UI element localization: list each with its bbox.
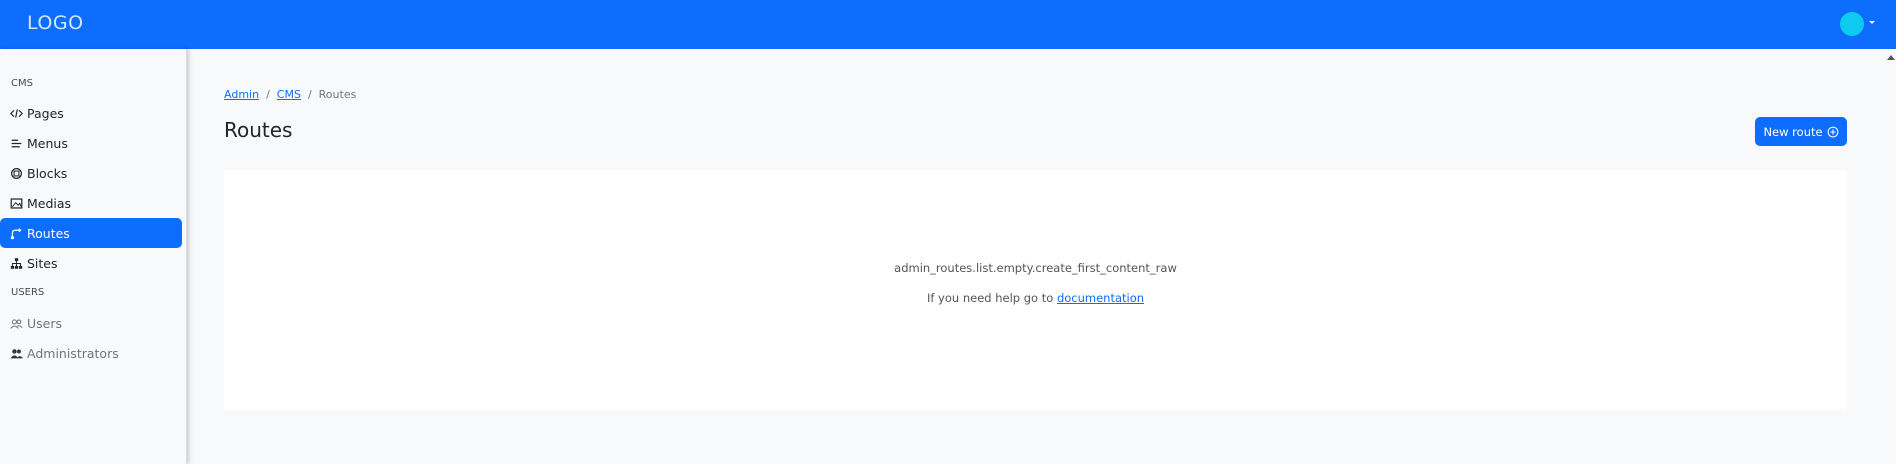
users-icon — [10, 317, 23, 330]
sidebar-item-label: Blocks — [27, 165, 68, 181]
breadcrumb-cms[interactable]: CMS — [277, 88, 301, 101]
route-icon — [10, 227, 23, 240]
help-prefix: If you need help go to — [926, 291, 1054, 305]
code-icon — [10, 107, 23, 120]
chevron-down-icon[interactable] — [1869, 21, 1875, 24]
breadcrumb-current: Routes — [318, 88, 357, 101]
sidebar-item-menus[interactable]: Menus — [0, 128, 182, 158]
user-avatar[interactable] — [1840, 12, 1864, 36]
plus-circle-icon — [1827, 126, 1839, 138]
sidebar-item-label: Pages — [27, 105, 64, 121]
admins-icon — [10, 347, 23, 360]
new-route-button[interactable]: New route — [1755, 117, 1847, 146]
sidebar-item-label: Users — [27, 315, 63, 331]
sidebar-item-pages[interactable]: Pages — [0, 98, 182, 128]
sidebar-item-label: Administrators — [27, 345, 119, 361]
page-title: Routes — [224, 118, 293, 142]
breadcrumb-separator: / — [307, 88, 312, 101]
sidebar-item-label: Medias — [27, 195, 72, 211]
sidebar-item-users[interactable]: Users — [0, 308, 182, 338]
sidebar-section-users: USERS — [11, 287, 45, 298]
sidebar-item-sites[interactable]: Sites — [0, 248, 182, 278]
breadcrumb: Admin / CMS / Routes — [224, 88, 356, 101]
logo[interactable]: LOGO — [27, 12, 84, 34]
sidebar-item-label: Routes — [27, 225, 70, 241]
empty-state-help: If you need help go to documentation — [224, 291, 1847, 305]
blocks-icon — [10, 167, 23, 180]
breadcrumb-admin[interactable]: Admin — [224, 88, 259, 101]
sidebar: CMS Pages Menus Blocks Medias Routes Sit… — [0, 49, 187, 464]
scroll-up-arrow-icon[interactable] — [1887, 55, 1895, 60]
sidebar-item-administrators[interactable]: Administrators — [0, 338, 182, 368]
documentation-link[interactable]: documentation — [1057, 291, 1144, 305]
sidebar-item-label: Menus — [27, 135, 68, 151]
new-route-label: New route — [1763, 124, 1823, 139]
empty-state-card: admin_routes.list.empty.create_first_con… — [224, 170, 1847, 410]
sidebar-section-cms: CMS — [11, 78, 33, 89]
empty-state-message: admin_routes.list.empty.create_first_con… — [894, 261, 1177, 275]
sidebar-item-routes[interactable]: Routes — [0, 218, 182, 248]
menu-lines-icon — [10, 137, 23, 150]
sidebar-item-blocks[interactable]: Blocks — [0, 158, 182, 188]
image-icon — [10, 197, 23, 210]
breadcrumb-separator: / — [266, 88, 270, 101]
sidebar-item-medias[interactable]: Medias — [0, 188, 182, 218]
sidebar-item-label: Sites — [27, 255, 58, 271]
top-navbar: LOGO — [0, 0, 1896, 49]
sitemap-icon — [10, 257, 23, 270]
